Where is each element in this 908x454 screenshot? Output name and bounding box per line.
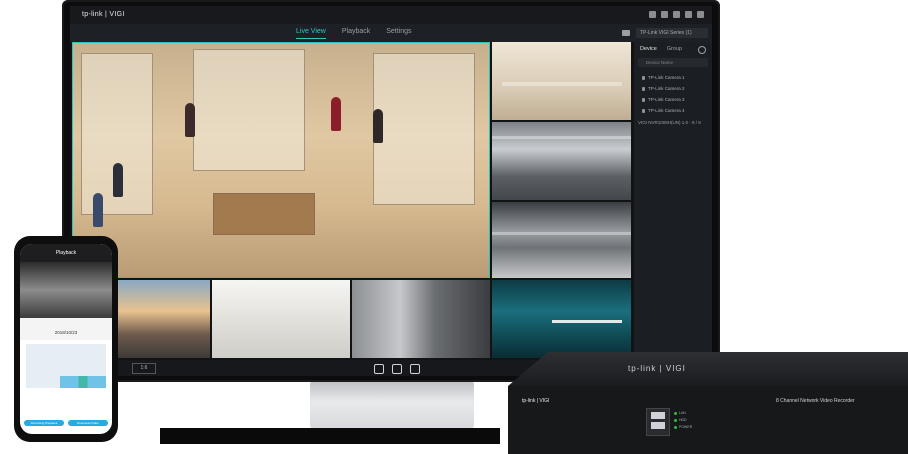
camera-view-2[interactable]	[492, 42, 631, 120]
nvr-top-logo: tp-link | VIGI	[628, 364, 686, 373]
camera-item[interactable]: TP-Link Camera 3	[642, 94, 685, 105]
title-bar: tp-link | VIGI	[70, 6, 712, 24]
close-icon[interactable]	[697, 11, 704, 18]
nvr-device-item[interactable]: VIGI NVR1008H(UN) 1.0 · 8 / 8	[638, 120, 701, 125]
phone-date[interactable]: 2018/10/23	[20, 330, 112, 335]
person	[185, 103, 195, 137]
vms-window: tp-link | VIGI Live View Playback Settin…	[70, 6, 712, 376]
toolbar-icons	[374, 364, 420, 374]
usb-port	[651, 422, 665, 429]
app-logo: tp-link | VIGI	[82, 11, 125, 18]
ceiling-light	[492, 232, 631, 235]
bench	[213, 193, 315, 235]
phone-video[interactable]	[20, 262, 112, 318]
tab-live-view[interactable]: Live View	[296, 28, 326, 39]
phone-screen: Playback 2018/10/23 Recording Playback D…	[20, 244, 112, 434]
person	[113, 163, 123, 197]
help-icon[interactable]	[685, 11, 692, 18]
tab-settings[interactable]: Settings	[386, 28, 411, 39]
person	[331, 97, 341, 131]
nvr-device: tp-link | VIGI tp-link | VIGI 8 Channel …	[508, 352, 908, 454]
main-tabs: Live View Playback Settings	[296, 28, 412, 39]
nvr-front-logo: tp-link | VIGI	[522, 398, 550, 404]
camera-view-8[interactable]	[492, 280, 631, 358]
tab-group[interactable]: Group	[667, 46, 682, 52]
camera-item[interactable]: TP-Link Camera 1	[642, 72, 685, 83]
nav-bar: Live View Playback Settings TP-Link VIGI…	[70, 24, 712, 42]
floor-line	[502, 82, 622, 86]
tab-playback[interactable]: Playback	[342, 28, 370, 39]
device-search-input[interactable]: Device Name	[638, 58, 708, 67]
camera-item[interactable]: TP-Link Camera 4	[642, 105, 685, 116]
minimize-icon[interactable]	[649, 11, 656, 18]
nvr-top: tp-link | VIGI	[508, 352, 908, 386]
person	[373, 109, 383, 143]
phone-title: Playback	[20, 244, 112, 262]
device-sidebar: Device Group Device Name TP-Link Camera …	[634, 42, 712, 376]
camera-item[interactable]: TP-Link Camera 2	[642, 83, 685, 94]
led-hdd: HDD	[674, 417, 692, 424]
usb-ports	[646, 408, 670, 436]
download-video-button[interactable]: Download Video	[68, 420, 108, 426]
stand-shadow	[160, 428, 500, 444]
zoom-icon[interactable]	[410, 364, 420, 374]
display-case	[193, 49, 305, 171]
ceiling-light	[492, 136, 631, 139]
video-grid: 1:6	[72, 42, 632, 376]
nvr-model-label: 8 Channel Network Video Recorder	[776, 398, 855, 404]
folder-icon[interactable]	[622, 30, 630, 36]
recording-bars	[60, 376, 106, 388]
status-leds: LAN HDD POWER	[674, 410, 692, 431]
record-icon[interactable]	[392, 364, 402, 374]
camera-view-7[interactable]	[352, 280, 490, 358]
camera-view-3[interactable]	[492, 122, 631, 200]
person	[93, 193, 103, 227]
monitor-stand	[310, 382, 474, 432]
led-lan: LAN	[674, 410, 692, 417]
sidebar-tabs: Device Group	[640, 46, 682, 52]
phone-controls	[20, 318, 112, 340]
refresh-icon[interactable]	[698, 46, 706, 54]
display-case	[373, 53, 475, 205]
layout-button[interactable]: 1:6	[132, 363, 156, 374]
monitor: tp-link | VIGI Live View Playback Settin…	[62, 0, 720, 382]
settings-icon[interactable]	[661, 11, 668, 18]
tab-device[interactable]: Device	[640, 46, 657, 52]
window-controls	[649, 11, 704, 18]
phone: Playback 2018/10/23 Recording Playback D…	[14, 236, 118, 442]
recording-playback-button[interactable]: Recording Playback	[24, 420, 64, 426]
device-list: TP-Link Camera 1 TP-Link Camera 2 TP-Lin…	[642, 72, 685, 116]
site-select[interactable]: TP-Link VIGI Series (1)	[636, 28, 708, 38]
led-power: POWER	[674, 424, 692, 431]
snapshot-icon[interactable]	[374, 364, 384, 374]
nvr-front-panel: tp-link | VIGI 8 Channel Network Video R…	[508, 386, 908, 454]
camera-view-6[interactable]	[212, 280, 350, 358]
camera-view-4[interactable]	[492, 202, 631, 278]
usb-port	[651, 412, 665, 419]
camera-view-main[interactable]	[72, 42, 490, 278]
parking-gate	[552, 320, 622, 323]
maximize-icon[interactable]	[673, 11, 680, 18]
